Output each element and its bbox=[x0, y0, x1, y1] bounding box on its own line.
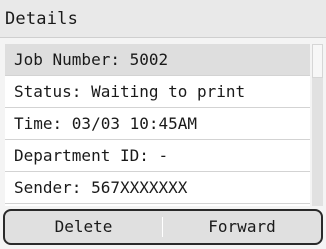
details-list: Job Number: 5002 Status: Waiting to prin… bbox=[5, 44, 310, 206]
detail-row-department-id[interactable]: Department ID: - bbox=[5, 140, 310, 172]
detail-row-job-number[interactable]: Job Number: 5002 bbox=[5, 44, 310, 76]
header-bar: Details bbox=[0, 0, 326, 38]
forward-button[interactable]: Forward bbox=[163, 211, 321, 243]
softkey-bar: Delete Forward bbox=[3, 209, 323, 245]
detail-row-sender[interactable]: Sender: 567XXXXXXX bbox=[5, 172, 310, 204]
scrollbar[interactable] bbox=[312, 44, 323, 206]
details-screen: Details Job Number: 5002 Status: Waiting… bbox=[0, 0, 326, 249]
page-title: Details bbox=[5, 9, 79, 29]
delete-button[interactable]: Delete bbox=[5, 211, 162, 243]
detail-row-time[interactable]: Time: 03/03 10:45AM bbox=[5, 108, 310, 140]
detail-row-status[interactable]: Status: Waiting to print bbox=[5, 76, 310, 108]
scrollbar-thumb[interactable] bbox=[312, 44, 323, 78]
